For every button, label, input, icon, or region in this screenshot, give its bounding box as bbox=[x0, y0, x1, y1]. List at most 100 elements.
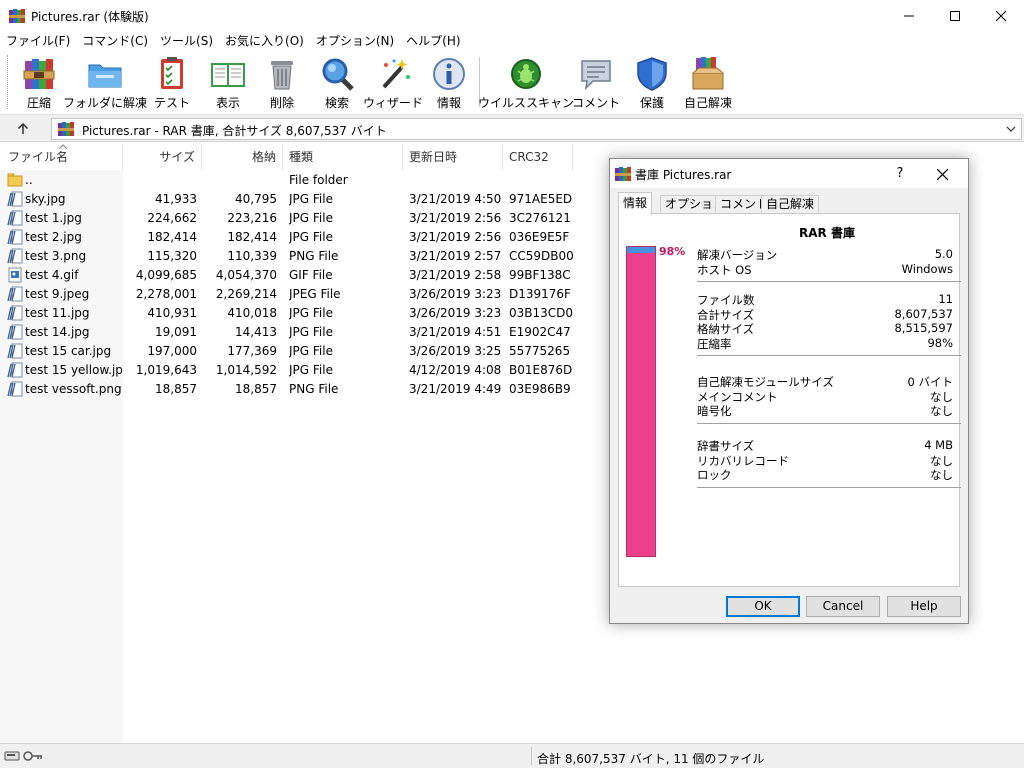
address-combo[interactable]: Pictures.rar - RAR 書庫, 合計サイズ 8,607,537 バ… bbox=[51, 118, 1022, 140]
column-header-size[interactable]: サイズ bbox=[124, 144, 202, 170]
maximize-icon bbox=[950, 10, 960, 21]
menu-help[interactable]: ヘルプ(H) bbox=[400, 31, 466, 51]
menu-options[interactable]: オプション(N) bbox=[310, 31, 400, 51]
menu-file[interactable]: ファイル(F) bbox=[0, 31, 76, 51]
column-header-modified[interactable]: 更新日時 bbox=[403, 144, 503, 170]
status-divider bbox=[531, 747, 532, 765]
test-button[interactable]: テスト bbox=[152, 53, 192, 113]
ok-button[interactable]: OK bbox=[726, 596, 800, 617]
file-row[interactable]: test 3.png 115,320 110,339 PNG File 3/21/201… bbox=[0, 247, 600, 266]
file-modified: 3/21/2019 2:56 ... bbox=[409, 230, 501, 244]
file-row[interactable]: test 9.jpeg 2,278,001 2,269,214 JPEG File 3/… bbox=[0, 285, 600, 304]
toolbar-grip[interactable] bbox=[7, 55, 10, 109]
file-type: JPG File bbox=[289, 363, 333, 377]
folder-extract-icon bbox=[88, 64, 122, 88]
menu-commands[interactable]: コマンド(C) bbox=[76, 31, 154, 51]
file-crc32: 03E986B9 bbox=[509, 382, 571, 396]
protect-button[interactable]: 保護 bbox=[632, 53, 672, 113]
tab-sfx[interactable]: 自己解凍 bbox=[761, 195, 820, 214]
wizard-button[interactable]: ウィザード bbox=[363, 53, 423, 113]
tab-info[interactable]: 情報 bbox=[618, 192, 653, 215]
view-button[interactable]: 表示 bbox=[205, 53, 251, 113]
file-crc32: D139176F bbox=[509, 287, 571, 301]
dialog-title-bar[interactable]: 書庫 Pictures.rar ? bbox=[610, 159, 968, 188]
add-button[interactable]: 圧縮 bbox=[18, 53, 60, 113]
file-packed-size: 1,014,592 bbox=[215, 363, 277, 377]
file-crc32: 3C276121 bbox=[509, 211, 571, 225]
drive-key-icon bbox=[4, 751, 42, 761]
virus-scan-icon bbox=[511, 59, 541, 89]
file-name: test vessoft.png bbox=[25, 382, 122, 396]
property-group-divider bbox=[697, 422, 961, 424]
menu-tools[interactable]: ツール(S) bbox=[154, 31, 219, 51]
sfx-label: 自己解凍 bbox=[683, 96, 732, 110]
column-header-name[interactable]: ファイル名 bbox=[0, 144, 123, 170]
file-size: 41,933 bbox=[155, 192, 197, 206]
comment-icon bbox=[581, 60, 611, 91]
dialog-help-button[interactable]: ? bbox=[886, 163, 914, 185]
file-row[interactable]: test 2.jpg 182,414 182,414 JPG File 3/21/201… bbox=[0, 228, 600, 247]
help-button[interactable]: Help bbox=[887, 596, 961, 617]
property-row: リカバリレコード なし bbox=[697, 453, 953, 468]
property-row: ファイル数 11 bbox=[697, 292, 953, 307]
file-packed-size: 410,018 bbox=[227, 306, 277, 320]
file-crc32: B01E876D bbox=[509, 363, 573, 377]
virus-scan-button[interactable]: ウイルススキャン bbox=[478, 53, 574, 113]
file-row[interactable]: test 11.jpg 410,931 410,018 JPG File 3/26/20… bbox=[0, 304, 600, 323]
sfx-box-icon bbox=[692, 57, 724, 90]
info-button[interactable]: 情報 bbox=[429, 53, 469, 113]
file-name: test 15 yellow.jpg bbox=[25, 363, 123, 377]
comment-button[interactable]: コメント bbox=[572, 53, 621, 113]
file-modified: 3/21/2019 4:51 ... bbox=[409, 325, 501, 339]
file-row[interactable]: test 1.jpg 224,662 223,216 JPG File 3/21/201… bbox=[0, 209, 600, 228]
file-type: JPG File bbox=[289, 306, 333, 320]
property-row: 格納サイズ 8,515,597 bbox=[697, 321, 953, 336]
file-row[interactable]: test 15 car.jpg 197,000 177,369 JPG File 3/2… bbox=[0, 342, 600, 361]
close-icon bbox=[936, 168, 948, 180]
folder-up-icon bbox=[7, 173, 23, 187]
file-row[interactable]: test 15 yellow.jpg 1,019,643 1,014,592 JPG … bbox=[0, 361, 600, 380]
rar-archive-icon bbox=[615, 167, 631, 181]
image-file-icon bbox=[7, 305, 23, 321]
property-name: ロック bbox=[697, 468, 732, 483]
file-row[interactable]: test 14.jpg 19,091 14,413 JPG File 3/21/2019… bbox=[0, 323, 600, 342]
chevron-down-icon[interactable] bbox=[1005, 123, 1017, 135]
title-bar: Pictures.rar (体験版) bbox=[0, 0, 1024, 31]
file-row[interactable]: test 4.gif 4,099,685 4,054,370 GIF File 3/21… bbox=[0, 266, 600, 285]
compression-ratio-bar bbox=[626, 246, 656, 557]
file-size: 4,099,685 bbox=[135, 268, 197, 282]
extract-to-label: フォルダに解凍 bbox=[63, 96, 148, 110]
column-header-crc32[interactable]: CRC32 bbox=[503, 144, 573, 170]
sfx-button[interactable]: 自己解凍 bbox=[682, 53, 734, 113]
maximize-button[interactable] bbox=[932, 0, 978, 31]
file-name: test 2.jpg bbox=[25, 230, 82, 244]
file-row[interactable]: sky.jpg 41,933 40,795 JPG File 3/21/2019 4:5… bbox=[0, 190, 600, 209]
menu-favorites[interactable]: お気に入り(O) bbox=[219, 31, 310, 51]
image-file-icon bbox=[7, 229, 23, 245]
cancel-button[interactable]: Cancel bbox=[806, 596, 880, 617]
column-header-packed[interactable]: 格納 bbox=[202, 144, 283, 170]
file-type: JPG File bbox=[289, 230, 333, 244]
up-folder-button[interactable] bbox=[8, 119, 38, 139]
menu-bar: ファイル(F) コマンド(C) ツール(S) お気に入り(O) オプション(N)… bbox=[0, 31, 1024, 51]
delete-button[interactable]: 削除 bbox=[262, 53, 302, 113]
file-row[interactable]: test vessoft.png 18,857 18,857 PNG File 3/21… bbox=[0, 380, 600, 399]
wizard-label: ウィザード bbox=[363, 96, 424, 110]
dialog-close-button[interactable] bbox=[928, 163, 956, 185]
extract-to-button[interactable]: フォルダに解凍 bbox=[63, 53, 147, 113]
comment-label: コメント bbox=[572, 96, 621, 110]
column-header-type[interactable]: 種類 bbox=[283, 144, 403, 170]
arrow-up-icon bbox=[17, 123, 29, 134]
file-type: JPG File bbox=[289, 325, 333, 339]
minimize-button[interactable] bbox=[886, 0, 932, 31]
file-type: PNG File bbox=[289, 249, 339, 263]
file-row[interactable]: .. File folder bbox=[0, 171, 600, 190]
file-size: 19,091 bbox=[155, 325, 197, 339]
close-button[interactable] bbox=[978, 0, 1024, 31]
file-packed-size: 40,795 bbox=[235, 192, 277, 206]
property-value: 4 MB bbox=[924, 438, 953, 452]
property-name: 合計サイズ bbox=[697, 307, 755, 322]
test-checklist-icon bbox=[161, 57, 183, 89]
file-size: 182,414 bbox=[147, 230, 197, 244]
find-button[interactable]: 検索 bbox=[317, 53, 357, 113]
